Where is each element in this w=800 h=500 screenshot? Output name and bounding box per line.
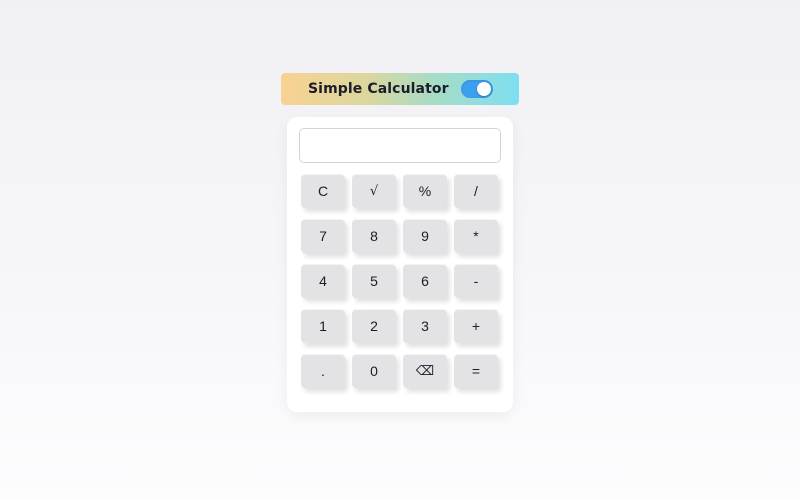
- theme-toggle[interactable]: [461, 80, 493, 98]
- divide-button[interactable]: /: [454, 174, 498, 208]
- digit-1-button[interactable]: 1: [301, 309, 345, 343]
- digit-2-button[interactable]: 2: [352, 309, 396, 343]
- backspace-button[interactable]: ⌫: [403, 354, 447, 388]
- calculator-header: Simple Calculator: [281, 73, 519, 105]
- equals-button[interactable]: =: [454, 354, 498, 388]
- add-button[interactable]: +: [454, 309, 498, 343]
- keypad: C √%/ 7 8 9 * 4 5 6- 1 2 3 +. 0 ⌫ =: [301, 174, 501, 388]
- digit-6-button[interactable]: 6: [403, 264, 447, 298]
- digit-4-button[interactable]: 4: [301, 264, 345, 298]
- digit-5-button[interactable]: 5: [352, 264, 396, 298]
- sqrt-button[interactable]: √: [352, 174, 396, 208]
- digit-8-button[interactable]: 8: [352, 219, 396, 253]
- calculator-panel: C √%/ 7 8 9 * 4 5 6- 1 2 3 +. 0 ⌫ =: [287, 117, 513, 412]
- percent-button[interactable]: %: [403, 174, 447, 208]
- digit-7-button[interactable]: 7: [301, 219, 345, 253]
- subtract-button[interactable]: -: [454, 264, 498, 298]
- clear-button[interactable]: C: [301, 174, 345, 208]
- digit-9-button[interactable]: 9: [403, 219, 447, 253]
- calculator-display[interactable]: [299, 128, 501, 163]
- page-title: Simple Calculator: [308, 81, 449, 97]
- digit-0-button[interactable]: 0: [352, 354, 396, 388]
- toggle-knob: [477, 82, 491, 96]
- multiply-button[interactable]: *: [454, 219, 498, 253]
- digit-3-button[interactable]: 3: [403, 309, 447, 343]
- decimal-button[interactable]: .: [301, 354, 345, 388]
